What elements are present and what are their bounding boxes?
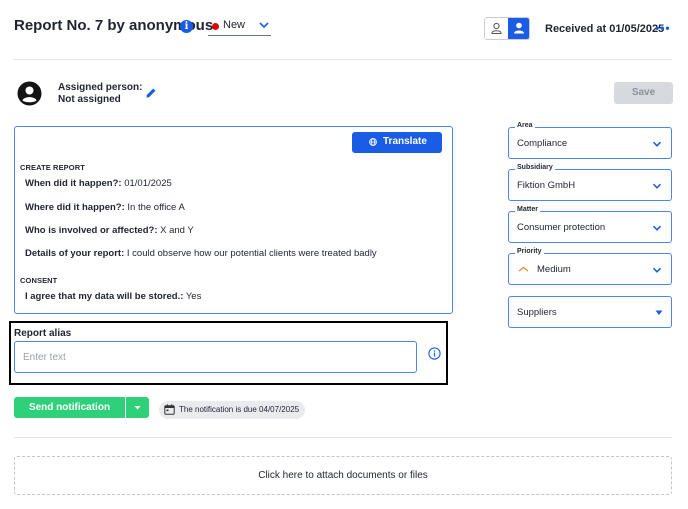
suppliers-value: Suppliers: [517, 307, 557, 318]
section-divider: [14, 437, 672, 438]
area-label: Area: [515, 122, 535, 129]
field-value: I could observe how our potential client…: [126, 248, 377, 259]
pencil-icon[interactable]: [145, 87, 157, 99]
field-label: Who is involved or affected?:: [25, 225, 158, 236]
field-value: X and Y: [160, 225, 194, 236]
assigned-person-label: Assigned person:: [58, 82, 143, 93]
save-button[interactable]: Save: [614, 82, 673, 104]
field-label: Details of your report:: [25, 248, 125, 259]
caret-down-icon: [134, 406, 141, 410]
user-avatar-icon: [17, 81, 42, 106]
field-value: 01/01/2025: [124, 178, 172, 189]
assigned-person-value: Not assigned: [58, 94, 121, 105]
field-value: Yes: [185, 291, 202, 302]
section-title-create-report: CREATE REPORT: [20, 163, 85, 172]
report-alias-input[interactable]: [14, 341, 417, 373]
chevron-down-icon: [652, 267, 662, 273]
attach-files-dropzone[interactable]: Click here to attach documents or files: [14, 456, 672, 495]
report-card: [14, 126, 453, 314]
chevron-down-icon: [652, 183, 662, 189]
matter-select[interactable]: Matter Consumer protection: [508, 206, 672, 243]
notification-due-text: The notification is due 04/07/2025: [179, 405, 300, 414]
more-horizontal-icon[interactable]: •••: [655, 21, 671, 35]
view-person-button[interactable]: [508, 18, 529, 39]
priority-select[interactable]: Priority Medium: [508, 248, 672, 285]
priority-label: Priority: [515, 248, 544, 255]
translate-label: Translate: [383, 136, 427, 147]
section-title-consent: CONSENT: [20, 276, 58, 285]
notification-due-chip: The notification is due 04/07/2025: [159, 401, 305, 419]
field-where: Where did it happen?: In the office A: [25, 202, 185, 213]
area-select[interactable]: Area Compliance: [508, 122, 672, 159]
field-consent: I agree that my data will be stored.: Ye…: [25, 291, 201, 302]
subsidiary-label: Subsidiary: [515, 164, 555, 171]
user-filled-icon: [514, 22, 524, 34]
priority-value: Medium: [537, 264, 571, 275]
field-when: When did it happen?: 01/01/2025: [25, 178, 172, 189]
field-label: When did it happen?:: [25, 178, 122, 189]
field-label: Where did it happen?:: [25, 202, 125, 213]
info-icon[interactable]: i: [180, 20, 193, 33]
view-toggle: [484, 17, 530, 40]
matter-label: Matter: [515, 206, 541, 213]
chevron-down-icon: [652, 141, 662, 147]
caret-down-icon: [655, 310, 663, 315]
subsidiary-value: Fiktion GmbH: [517, 180, 576, 191]
area-value: Compliance: [517, 138, 568, 149]
field-value: In the office A: [127, 202, 185, 213]
report-alias-label: Report alias: [14, 328, 72, 339]
field-who: Who is involved or affected?: X and Y: [25, 225, 194, 236]
matter-value: Consumer protection: [517, 222, 606, 233]
chevron-down-icon: [259, 22, 269, 29]
send-notification-button[interactable]: Send notification: [14, 397, 125, 418]
calendar-icon: [164, 404, 175, 415]
translate-button[interactable]: Translate: [352, 132, 442, 153]
field-details: Details of your report: I could observe …: [25, 248, 377, 259]
suppliers-select[interactable]: Suppliers: [508, 296, 672, 328]
info-outline-icon[interactable]: [428, 347, 441, 360]
view-anonymous-button[interactable]: [485, 18, 508, 39]
send-notification-menu-button[interactable]: [126, 397, 149, 418]
subsidiary-select[interactable]: Subsidiary Fiktion GmbH: [508, 164, 672, 201]
status-dot-icon: [212, 23, 219, 30]
status-label: New: [223, 19, 246, 31]
field-label: I agree that my data will be stored.:: [25, 291, 184, 302]
chevron-down-icon: [652, 225, 662, 231]
status-select[interactable]: New: [208, 17, 271, 36]
user-outline-icon: [491, 22, 502, 34]
received-date: Received at 01/05/2025: [545, 23, 665, 35]
header-divider: [14, 59, 672, 60]
globe-icon: [369, 138, 377, 146]
priority-medium-icon: [518, 266, 529, 272]
